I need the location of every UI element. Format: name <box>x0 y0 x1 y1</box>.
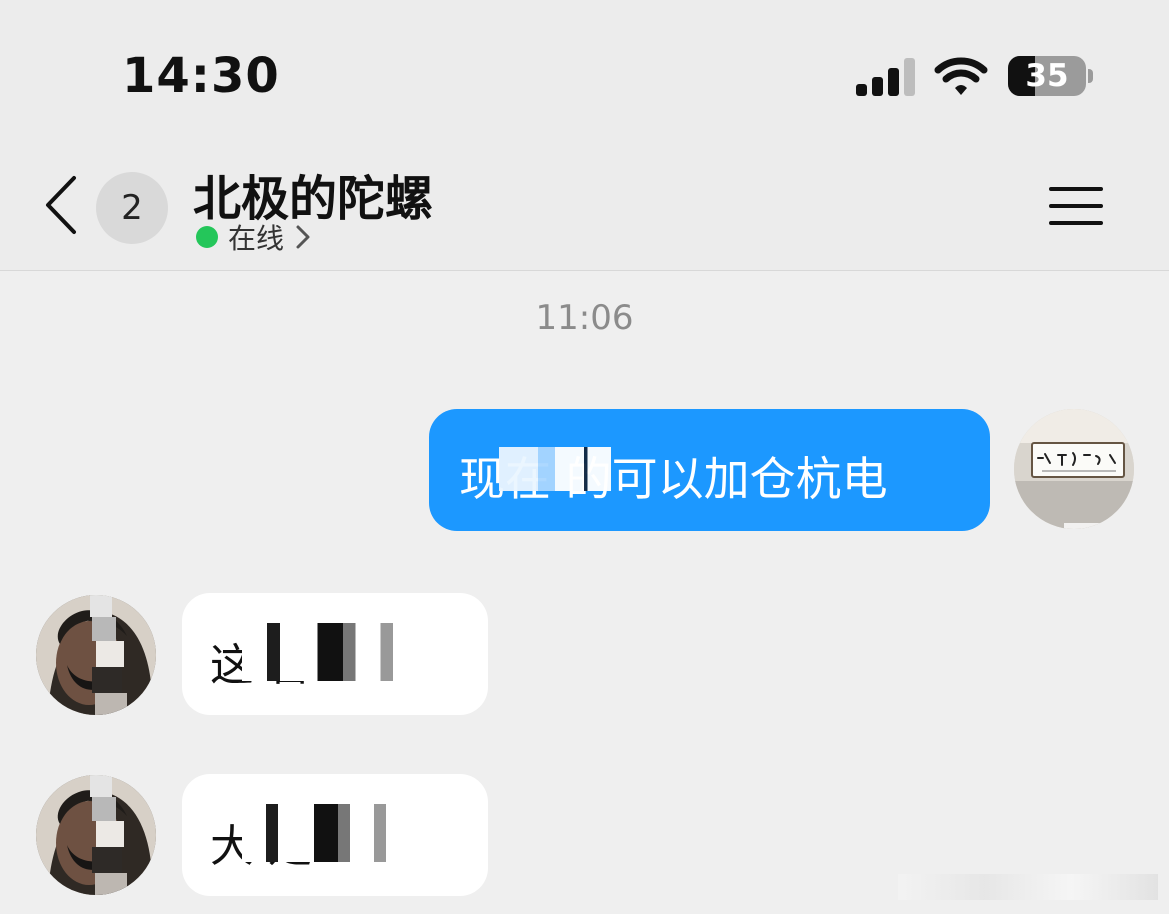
online-status-text: 在线 <box>228 222 285 255</box>
status-time: 14:30 <box>122 48 280 104</box>
back-arrow-icon[interactable] <box>40 174 84 236</box>
online-status-row[interactable]: 在线 <box>196 218 312 256</box>
contact-avatar[interactable] <box>36 775 156 895</box>
outgoing-message-bubble[interactable]: 现在 的可以加仓杭电 <box>429 409 990 531</box>
online-status-dot <box>196 226 218 248</box>
menu-icon[interactable] <box>1048 184 1104 228</box>
incoming-message-bubble[interactable]: 这 言 <box>182 593 488 715</box>
mosaic-redaction-icon <box>242 623 452 681</box>
mosaic-redaction-icon <box>242 804 442 862</box>
person-avatar-image <box>36 595 156 715</box>
self-avatar[interactable] <box>1014 409 1134 529</box>
unread-count-badge[interactable]: 2 <box>96 172 168 244</box>
incoming-message-bubble[interactable]: 大 走 <box>182 774 488 896</box>
contact-avatar[interactable] <box>36 595 156 715</box>
mosaic-redaction-icon <box>898 874 1158 900</box>
wifi-icon <box>934 57 988 95</box>
battery-cap-icon <box>1088 69 1093 83</box>
person-avatar-image <box>36 775 156 895</box>
message-timestamp: 11:06 <box>535 298 634 338</box>
battery-percentage: 35 <box>1025 58 1069 94</box>
mosaic-redaction-icon <box>499 447 611 491</box>
cellular-signal-icon <box>856 58 916 96</box>
chat-header: 2 北极的陀螺 在线 <box>0 140 1169 271</box>
chevron-right-icon <box>296 225 310 249</box>
calligraphy-avatar-image <box>1014 409 1134 529</box>
status-bar: 14:30 35 <box>0 0 1169 140</box>
battery-indicator: 35 <box>1008 56 1086 96</box>
